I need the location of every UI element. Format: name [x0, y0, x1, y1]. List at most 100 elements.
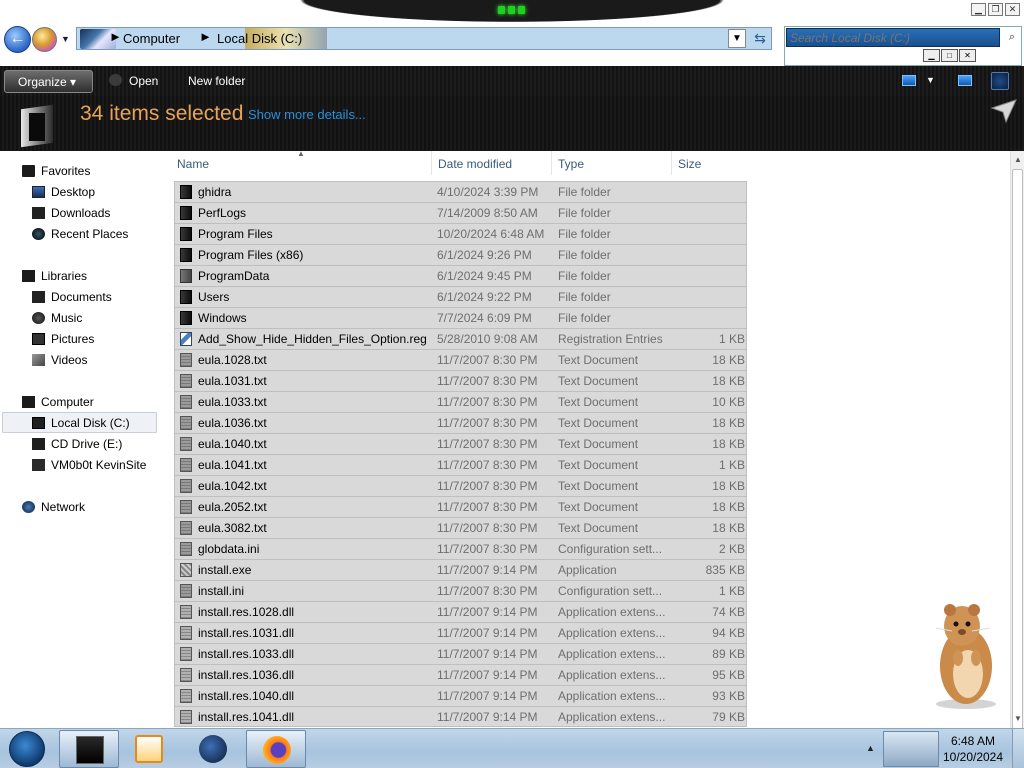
file-row[interactable]: eula.3082.txt 11/7/2007 8:30 PM Text Docum… — [174, 517, 747, 538]
help-icon[interactable] — [991, 72, 1009, 90]
file-row[interactable]: eula.2052.txt 11/7/2007 8:30 PM Text Docum… — [174, 496, 747, 517]
file-row[interactable]: install.res.1028.dll 11/7/2007 9:14 PM App… — [174, 601, 747, 622]
show-desktop-button[interactable] — [1012, 729, 1024, 768]
file-row[interactable]: ProgramData 6/1/2024 9:45 PM File folder — [174, 265, 747, 286]
file-row[interactable]: install.ini 11/7/2007 8:30 PM Configuratio… — [174, 580, 747, 601]
taskbar-explorer-button[interactable] — [59, 730, 119, 768]
file-row[interactable]: eula.1041.txt 11/7/2007 8:30 PM Text Docum… — [174, 454, 747, 475]
taskbar-firefox-button[interactable] — [246, 730, 306, 768]
tray-network-icon[interactable] — [883, 731, 939, 767]
column-divider[interactable] — [431, 151, 432, 175]
maximize-button[interactable]: ❐ — [988, 3, 1003, 16]
refresh-icon[interactable]: ⇆ — [750, 28, 770, 49]
file-row[interactable]: eula.1031.txt 11/7/2007 8:30 PM Text Docum… — [174, 370, 747, 391]
nav-libraries[interactable]: Libraries — [22, 265, 87, 286]
folder-light-icon — [180, 269, 192, 283]
nav-recent-places[interactable]: Recent Places — [32, 223, 128, 244]
file-row[interactable]: install.exe 11/7/2007 9:14 PM Application 8… — [174, 559, 747, 580]
forward-button[interactable] — [32, 27, 57, 52]
recent-pages-dropdown[interactable]: ▼ — [61, 34, 70, 44]
file-row[interactable]: ghidra 4/10/2024 3:39 PM File folder — [174, 181, 747, 202]
file-row[interactable]: globdata.ini 11/7/2007 8:30 PM Configurati… — [174, 538, 747, 559]
open-button[interactable]: Open — [129, 74, 158, 88]
file-row[interactable]: install.res.1036.dll 11/7/2007 9:14 PM App… — [174, 664, 747, 685]
back-button[interactable]: ← — [4, 26, 31, 53]
file-row[interactable]: eula.1036.txt 11/7/2007 8:30 PM Text Docum… — [174, 412, 747, 433]
file-row[interactable]: Program Files (x86) 6/1/2024 9:26 PM File … — [174, 244, 747, 265]
taskbar-globe-button[interactable] — [183, 730, 243, 768]
column-header-date[interactable]: Date modified — [438, 157, 512, 171]
file-type: Configuration sett... — [558, 542, 663, 556]
breadcrumb-separator-icon[interactable]: ► — [199, 29, 212, 44]
nav-label: Pictures — [51, 331, 95, 346]
address-bar[interactable]: ► Computer ► Local Disk (C:) ▼ ⇆ — [76, 27, 772, 50]
breadcrumb-separator-icon[interactable]: ► — [109, 29, 122, 44]
nav-documents[interactable]: Documents — [32, 286, 112, 307]
breadcrumb-local-disk[interactable]: Local Disk (C:) — [217, 31, 302, 46]
search-input[interactable] — [790, 30, 1000, 46]
nav-computer[interactable]: Computer — [22, 391, 94, 412]
nav-downloads[interactable]: Downloads — [32, 202, 110, 223]
file-size: 93 KB — [712, 689, 745, 703]
file-row[interactable]: Program Files 10/20/2024 6:48 AM File fold… — [174, 223, 747, 244]
change-view-icon[interactable] — [902, 75, 916, 86]
address-dropdown-button[interactable]: ▼ — [728, 29, 746, 48]
file-name: install.res.1040.dll — [198, 689, 295, 703]
taskbar-media-player-button[interactable] — [119, 730, 179, 768]
start-button[interactable] — [9, 731, 45, 767]
file-size: 18 KB — [712, 500, 745, 514]
file-row[interactable]: Users 6/1/2024 9:22 PM File folder — [174, 286, 747, 307]
file-row[interactable]: eula.1028.txt 11/7/2007 8:30 PM Text Docum… — [174, 349, 747, 370]
nav-pictures[interactable]: Pictures — [32, 328, 94, 349]
column-header-type[interactable]: Type — [558, 157, 584, 171]
column-header-name[interactable]: Name — [177, 157, 209, 171]
scrollbar-thumb[interactable] — [1012, 169, 1023, 729]
search-box[interactable] — [786, 28, 1000, 47]
breadcrumb-computer[interactable]: Computer — [123, 31, 180, 46]
view-dropdown-icon[interactable]: ▼ — [926, 75, 935, 85]
show-hidden-icons-icon[interactable]: ▲ — [866, 743, 875, 753]
file-type: File folder — [558, 290, 611, 304]
file-row[interactable]: install.res.1041.dll 11/7/2007 9:14 PM App… — [174, 706, 747, 727]
file-row[interactable]: Windows 7/7/2024 6:09 PM File folder — [174, 307, 747, 328]
firefox-icon — [263, 736, 291, 764]
search-icon[interactable]: ⌕ — [1004, 28, 1020, 46]
nav-network-drive[interactable]: VM0b0t KevinSite — [32, 454, 146, 475]
new-folder-button[interactable]: New folder — [188, 74, 245, 88]
column-divider[interactable] — [551, 151, 552, 175]
nav-videos[interactable]: Videos — [32, 349, 87, 370]
file-row[interactable]: eula.1033.txt 11/7/2007 8:30 PM Text Docum… — [174, 391, 747, 412]
vertical-scrollbar[interactable]: ▲ ▼ — [1010, 151, 1024, 729]
file-row[interactable]: install.res.1033.dll 11/7/2007 9:14 PM App… — [174, 643, 747, 664]
column-header-size[interactable]: Size — [678, 157, 701, 171]
file-row[interactable]: install.res.1031.dll 11/7/2007 9:14 PM App… — [174, 622, 747, 643]
reg-icon — [180, 332, 192, 346]
file-row[interactable]: Add_Show_Hide_Hidden_Files_Option.reg 5/2… — [174, 328, 747, 349]
file-row[interactable]: eula.1040.txt 11/7/2007 8:30 PM Text Docum… — [174, 433, 747, 454]
preview-pane-icon[interactable] — [958, 75, 972, 86]
file-row[interactable]: PerfLogs 7/14/2009 8:50 AM File folder — [174, 202, 747, 223]
file-type: Text Document — [558, 500, 639, 514]
show-more-details-link[interactable]: Show more details... — [248, 107, 366, 122]
command-bar: Organize ▾ Open New folder ▼ — [0, 66, 1024, 96]
nav-local-disk-c[interactable]: Local Disk (C:) — [2, 412, 157, 433]
file-size: 74 KB — [712, 605, 745, 619]
file-row[interactable]: eula.1042.txt 11/7/2007 8:30 PM Text Docum… — [174, 475, 747, 496]
maximize-icon[interactable]: □ — [941, 49, 958, 62]
nav-desktop[interactable]: Desktop — [32, 181, 95, 202]
column-header-row: ▲ Name Date modified Type Size — [166, 149, 1010, 177]
system-clock[interactable]: 6:48 AM 10/20/2024 — [940, 733, 1006, 765]
column-divider[interactable] — [671, 151, 672, 175]
scroll-up-icon[interactable]: ▲ — [1011, 153, 1024, 167]
nav-music[interactable]: Music — [32, 307, 82, 328]
minimize-icon[interactable]: ▁ — [923, 49, 940, 62]
file-row[interactable]: install.res.1040.dll 11/7/2007 9:14 PM App… — [174, 685, 747, 706]
nav-favorites[interactable]: Favorites — [22, 160, 90, 181]
organize-button[interactable]: Organize ▾ — [4, 70, 93, 93]
close-button[interactable]: ✕ — [1005, 3, 1020, 16]
close-icon[interactable]: ✕ — [959, 49, 976, 62]
minimize-button[interactable]: ▁ — [971, 3, 986, 16]
nav-network[interactable]: Network — [22, 496, 85, 517]
scroll-down-icon[interactable]: ▼ — [1011, 712, 1024, 726]
nav-cd-drive-e[interactable]: CD Drive (E:) — [32, 433, 122, 454]
